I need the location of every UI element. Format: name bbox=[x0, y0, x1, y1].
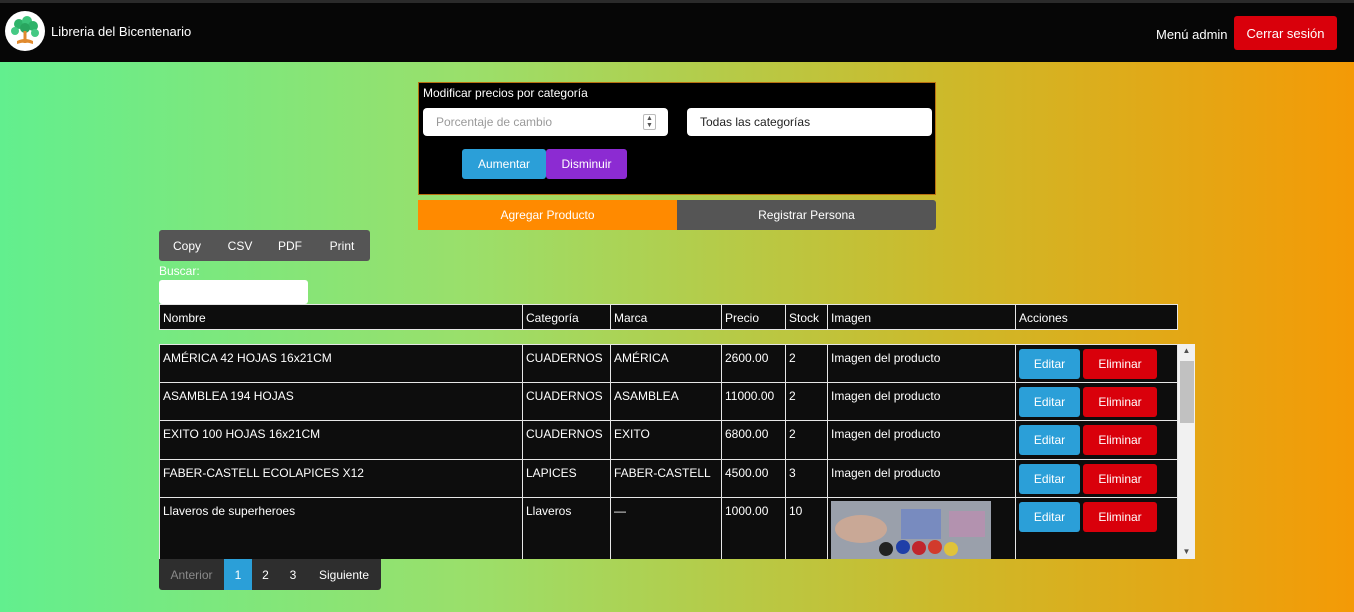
column-header-brand[interactable]: Marca bbox=[611, 305, 722, 329]
top-navbar: Libreria del Bicentenario Menú admin Cer… bbox=[0, 0, 1354, 62]
cell-price: 2600.00 bbox=[722, 345, 786, 382]
column-header-stock[interactable]: Stock bbox=[786, 305, 828, 329]
pagination-page-1[interactable]: 1 bbox=[224, 559, 252, 590]
scroll-up-icon[interactable]: ▲ bbox=[1178, 344, 1195, 358]
cell-name: EXITO 100 HOJAS 16x21CM bbox=[160, 421, 523, 459]
brand-name[interactable]: Libreria del Bicentenario bbox=[51, 24, 191, 39]
table-row: AMÉRICA 42 HOJAS 16x21CM CUADERNOS AMÉRI… bbox=[159, 344, 1178, 383]
export-toolbar: Copy CSV PDF Print bbox=[159, 230, 370, 261]
delete-button[interactable]: Eliminar bbox=[1083, 387, 1157, 417]
cell-category: CUADERNOS bbox=[523, 383, 611, 420]
cell-category: Llaveros bbox=[523, 498, 611, 559]
cell-name: FABER-CASTELL ECOLAPICES X12 bbox=[160, 460, 523, 497]
pagination-page-3[interactable]: 3 bbox=[279, 559, 307, 590]
search-label: Buscar: bbox=[159, 264, 200, 278]
logout-button[interactable]: Cerrar sesión bbox=[1234, 16, 1337, 50]
cell-actions: Editar Eliminar bbox=[1016, 498, 1178, 559]
percent-change-placeholder: Porcentaje de cambio bbox=[436, 115, 553, 129]
scrollbar-thumb[interactable] bbox=[1180, 361, 1194, 423]
decrease-button[interactable]: Disminuir bbox=[546, 149, 627, 179]
cell-stock: 2 bbox=[786, 421, 828, 459]
cell-image: Imagen del producto bbox=[828, 383, 1016, 420]
delete-button[interactable]: Eliminar bbox=[1083, 425, 1157, 455]
cell-stock: 2 bbox=[786, 383, 828, 420]
price-panel-title: Modificar precios por categoría bbox=[423, 86, 588, 100]
cell-brand: FABER-CASTELL bbox=[611, 460, 722, 497]
table-row: FABER-CASTELL ECOLAPICES X12 LAPICES FAB… bbox=[159, 460, 1178, 498]
tree-logo-icon[interactable] bbox=[5, 11, 45, 51]
table-row: Llaveros de superheroes Llaveros — 1000.… bbox=[159, 498, 1178, 559]
edit-button[interactable]: Editar bbox=[1019, 425, 1080, 455]
column-header-price[interactable]: Precio bbox=[722, 305, 786, 329]
number-spinner-icon[interactable]: ▲ ▼ bbox=[643, 114, 656, 130]
table-row: ASAMBLEA 194 HOJAS CUADERNOS ASAMBLEA 11… bbox=[159, 383, 1178, 421]
cell-image: Imagen del producto bbox=[828, 421, 1016, 459]
cell-image: Imagen del producto bbox=[828, 345, 1016, 382]
increase-button[interactable]: Aumentar bbox=[462, 149, 546, 179]
table-body[interactable]: AMÉRICA 42 HOJAS 16x21CM CUADERNOS AMÉRI… bbox=[159, 344, 1195, 559]
table-row: EXITO 100 HOJAS 16x21CM CUADERNOS EXITO … bbox=[159, 421, 1178, 460]
cell-image: Imagen del producto bbox=[828, 460, 1016, 497]
cell-actions: Editar Eliminar bbox=[1016, 460, 1178, 497]
cell-brand: — bbox=[611, 498, 722, 559]
column-header-name[interactable]: Nombre bbox=[160, 305, 523, 329]
admin-menu-link[interactable]: Menú admin bbox=[1156, 27, 1228, 42]
table-scrollbar[interactable]: ▲ ▼ bbox=[1178, 344, 1195, 559]
csv-button[interactable]: CSV bbox=[215, 230, 265, 261]
copy-button[interactable]: Copy bbox=[159, 230, 215, 261]
cell-price: 1000.00 bbox=[722, 498, 786, 559]
column-header-actions[interactable]: Acciones bbox=[1016, 305, 1177, 329]
product-image bbox=[831, 501, 991, 559]
print-button[interactable]: Print bbox=[315, 230, 369, 261]
cell-name: AMÉRICA 42 HOJAS 16x21CM bbox=[160, 345, 523, 382]
pdf-button[interactable]: PDF bbox=[265, 230, 315, 261]
cell-name: Llaveros de superheroes bbox=[160, 498, 523, 559]
cell-price: 4500.00 bbox=[722, 460, 786, 497]
cell-category: CUADERNOS bbox=[523, 421, 611, 459]
cell-stock: 3 bbox=[786, 460, 828, 497]
category-select[interactable]: Todas las categorías bbox=[687, 108, 932, 136]
cell-brand: AMÉRICA bbox=[611, 345, 722, 382]
cell-brand: EXITO bbox=[611, 421, 722, 459]
add-product-button[interactable]: Agregar Producto bbox=[418, 200, 677, 230]
edit-button[interactable]: Editar bbox=[1019, 349, 1080, 379]
pagination-previous[interactable]: Anterior bbox=[159, 559, 224, 590]
cell-actions: Editar Eliminar bbox=[1016, 345, 1178, 382]
delete-button[interactable]: Eliminar bbox=[1083, 502, 1157, 532]
pagination-next[interactable]: Siguiente bbox=[307, 559, 381, 590]
column-header-category[interactable]: Categoría bbox=[523, 305, 611, 329]
cell-price: 11000.00 bbox=[722, 383, 786, 420]
edit-button[interactable]: Editar bbox=[1019, 464, 1080, 494]
cell-image bbox=[828, 498, 1016, 559]
edit-button[interactable]: Editar bbox=[1019, 502, 1080, 532]
cell-category: CUADERNOS bbox=[523, 345, 611, 382]
cell-stock: 10 bbox=[786, 498, 828, 559]
cell-name: ASAMBLEA 194 HOJAS bbox=[160, 383, 523, 420]
cell-actions: Editar Eliminar bbox=[1016, 383, 1178, 420]
column-header-image[interactable]: Imagen bbox=[828, 305, 1016, 329]
scroll-down-icon[interactable]: ▼ bbox=[1178, 545, 1195, 559]
search-input[interactable] bbox=[159, 280, 308, 304]
pagination-page-2[interactable]: 2 bbox=[252, 559, 279, 590]
price-modifier-panel: Modificar precios por categoría Porcenta… bbox=[418, 82, 936, 195]
table-header: Nombre Categoría Marca Precio Stock Imag… bbox=[159, 304, 1178, 330]
pagination: Anterior 1 2 3 Siguiente bbox=[159, 559, 381, 590]
cell-category: LAPICES bbox=[523, 460, 611, 497]
delete-button[interactable]: Eliminar bbox=[1083, 464, 1157, 494]
cell-actions: Editar Eliminar bbox=[1016, 421, 1178, 459]
delete-button[interactable]: Eliminar bbox=[1083, 349, 1157, 379]
cell-stock: 2 bbox=[786, 345, 828, 382]
cell-price: 6800.00 bbox=[722, 421, 786, 459]
cell-brand: ASAMBLEA bbox=[611, 383, 722, 420]
edit-button[interactable]: Editar bbox=[1019, 387, 1080, 417]
register-person-button[interactable]: Registrar Persona bbox=[677, 200, 936, 230]
category-select-value: Todas las categorías bbox=[700, 115, 811, 129]
percent-change-input[interactable]: Porcentaje de cambio ▲ ▼ bbox=[423, 108, 668, 136]
